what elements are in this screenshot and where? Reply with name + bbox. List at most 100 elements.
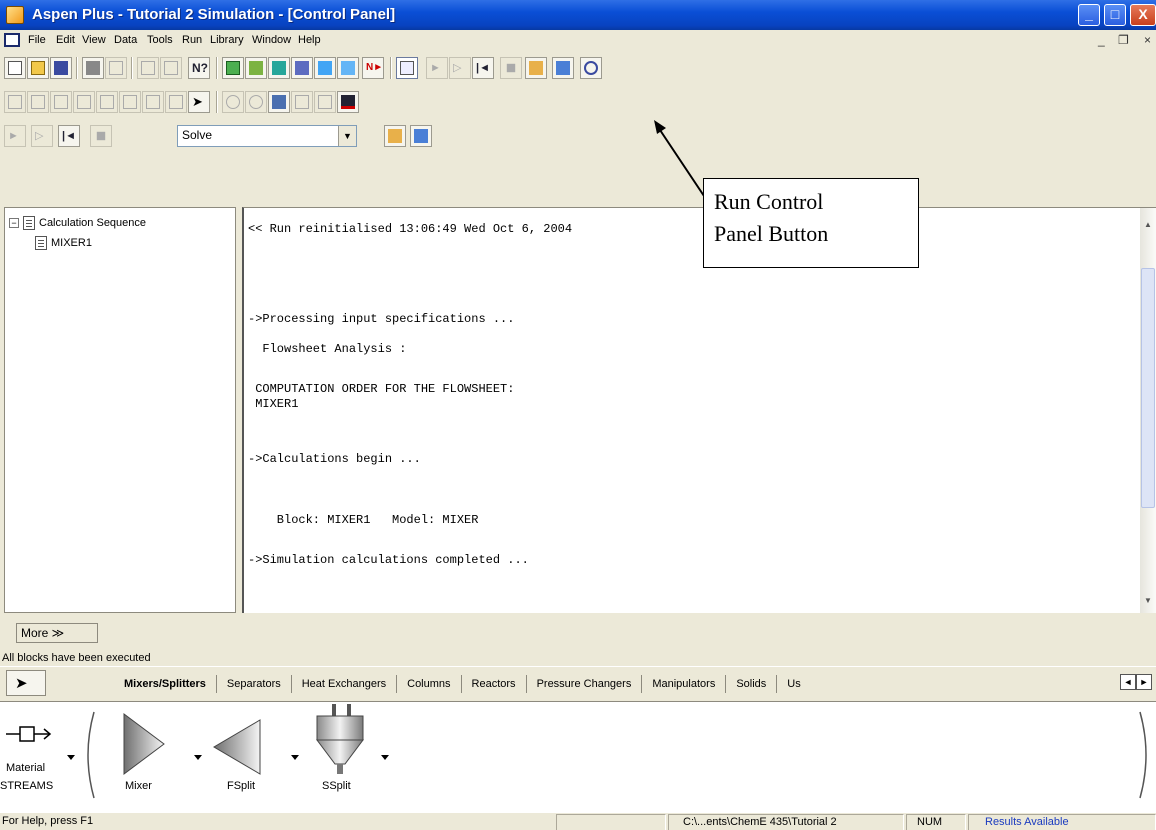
exchange-icon-button[interactable] — [142, 91, 164, 113]
bookmark-button[interactable] — [314, 91, 336, 113]
tab-manipulators[interactable]: Manipulators — [641, 675, 725, 693]
properties-button[interactable] — [268, 57, 290, 79]
more-button[interactable]: More ≫ — [16, 623, 98, 643]
paste-button[interactable] — [160, 57, 182, 79]
copy-button[interactable] — [137, 57, 159, 79]
scroll-down-icon[interactable]: ▼ — [1142, 596, 1154, 608]
tab-heat-exchangers[interactable]: Heat Exchangers — [290, 675, 396, 693]
lock-button[interactable] — [165, 91, 187, 113]
select-mode-button[interactable]: ➤ — [188, 91, 210, 113]
blocks-button[interactable] — [314, 57, 336, 79]
pan-button[interactable] — [291, 91, 313, 113]
zoom-full-button[interactable] — [268, 91, 290, 113]
tab-pressure-changers[interactable]: Pressure Changers — [525, 675, 642, 693]
save-button[interactable] — [50, 57, 72, 79]
run-toolbar-reinit-button[interactable]: |◄ — [58, 125, 80, 147]
align-top-button[interactable] — [50, 91, 72, 113]
scroll-up-icon[interactable]: ▲ — [1142, 220, 1154, 232]
rotate-button[interactable] — [73, 91, 95, 113]
pointer-icon: ➤ — [192, 94, 203, 109]
scrollbar-thumb[interactable] — [1141, 268, 1155, 508]
menu-help[interactable]: Help — [298, 34, 321, 46]
components-button[interactable] — [245, 57, 267, 79]
mdi-minimize-button[interactable]: _ — [1098, 33, 1105, 47]
run-toolbar-results-button[interactable] — [384, 125, 406, 147]
tab-separators[interactable]: Separators — [215, 675, 291, 693]
ssplit-dropdown-icon[interactable] — [381, 755, 389, 760]
menu-run[interactable]: Run — [182, 34, 202, 46]
menu-file[interactable]: File — [28, 34, 46, 46]
results-button[interactable] — [525, 57, 547, 79]
menu-view[interactable]: View — [82, 34, 106, 46]
tree-item-mixer1[interactable]: MIXER1 — [35, 236, 92, 250]
run-mode-select[interactable]: Solve ▼ — [177, 125, 357, 147]
maximize-button[interactable]: □ — [1104, 4, 1126, 26]
flip-button[interactable] — [96, 91, 118, 113]
tab-columns[interactable]: Columns — [396, 675, 460, 693]
vertical-scrollbar[interactable]: ▲ ▼ — [1140, 208, 1156, 613]
fsplit-icon[interactable] — [210, 716, 266, 776]
tab-scroll-right-icon[interactable]: ► — [1136, 674, 1152, 690]
streams-button[interactable] — [291, 57, 313, 79]
document-icon[interactable] — [4, 33, 20, 47]
tab-user-models[interactable]: Us — [776, 675, 810, 693]
library-select-button[interactable]: ➤ — [6, 670, 46, 696]
collapse-icon[interactable]: − — [9, 218, 19, 228]
callout-line-1: Run Control — [714, 189, 824, 214]
tab-scroll-left-icon[interactable]: ◄ — [1120, 674, 1136, 690]
grid-button[interactable] — [27, 91, 49, 113]
title-bar[interactable]: Aspen Plus - Tutorial 2 Simulation - [Co… — [0, 0, 1156, 30]
control-panel-output[interactable]: << Run reinitialised 13:06:49 Wed Oct 6,… — [242, 207, 1156, 613]
close-button[interactable]: X — [1130, 4, 1156, 26]
library-left-bracket — [87, 711, 95, 799]
step-button[interactable]: ▷ — [449, 57, 471, 79]
run-toolbar-stop-button[interactable] — [90, 125, 112, 147]
align-left-button[interactable] — [4, 91, 26, 113]
ssplit-icon[interactable] — [307, 702, 377, 778]
reinitialize-button[interactable]: |◄ — [472, 57, 494, 79]
streams-dropdown-icon[interactable] — [67, 755, 75, 760]
run-control-panel-button[interactable] — [396, 57, 418, 79]
mdi-close-button[interactable]: × — [1144, 33, 1151, 47]
mdi-restore-button[interactable]: ❐ — [1118, 33, 1129, 47]
tab-reactors[interactable]: Reactors — [460, 675, 526, 693]
help-hint: For Help, press F1 — [2, 815, 94, 827]
model-manager-button[interactable] — [580, 57, 602, 79]
aspen-app-icon[interactable] — [6, 6, 24, 24]
new-file-button[interactable] — [4, 57, 26, 79]
tree-item-calculation-sequence[interactable]: − Calculation Sequence — [9, 216, 146, 230]
menu-window[interactable]: Window — [252, 34, 291, 46]
tab-mixers-splitters[interactable]: Mixers/Splitters — [114, 675, 216, 693]
run-toolbar-run-button[interactable]: ► — [4, 125, 26, 147]
material-stream-icon[interactable] — [4, 722, 64, 746]
run-button[interactable]: ► — [426, 57, 448, 79]
mixer-icon[interactable] — [106, 710, 166, 776]
zoom-out-button[interactable] — [245, 91, 267, 113]
check-results-button[interactable] — [552, 57, 574, 79]
chevron-down-icon[interactable]: ▼ — [338, 126, 356, 146]
mixer-dropdown-icon[interactable] — [194, 755, 202, 760]
print-button[interactable] — [82, 57, 104, 79]
display-options-button[interactable] — [337, 91, 359, 113]
menu-edit[interactable]: Edit — [56, 34, 75, 46]
zoom-in-button[interactable] — [222, 91, 244, 113]
next-button[interactable]: N► — [362, 57, 384, 79]
open-file-button[interactable] — [27, 57, 49, 79]
fsplit-dropdown-icon[interactable] — [291, 755, 299, 760]
status-results-available[interactable]: Results Available — [968, 814, 1156, 830]
run-toolbar-check-button[interactable] — [410, 125, 432, 147]
data-browser-button[interactable] — [337, 57, 359, 79]
menu-library[interactable]: Library — [210, 34, 244, 46]
run-toolbar-step-button[interactable]: ▷ — [31, 125, 53, 147]
whats-this-button[interactable]: N? — [188, 57, 210, 79]
setup-button[interactable] — [222, 57, 244, 79]
print-preview-button[interactable] — [105, 57, 127, 79]
menu-tools[interactable]: Tools — [147, 34, 173, 46]
minimize-button[interactable]: _ — [1078, 4, 1100, 26]
flip-vertical-button[interactable] — [119, 91, 141, 113]
help-arrow-icon: N? — [192, 61, 208, 75]
stop-button[interactable] — [500, 57, 522, 79]
menu-data[interactable]: Data — [114, 34, 137, 46]
tab-solids[interactable]: Solids — [725, 675, 776, 693]
check-results-icon — [414, 129, 428, 143]
